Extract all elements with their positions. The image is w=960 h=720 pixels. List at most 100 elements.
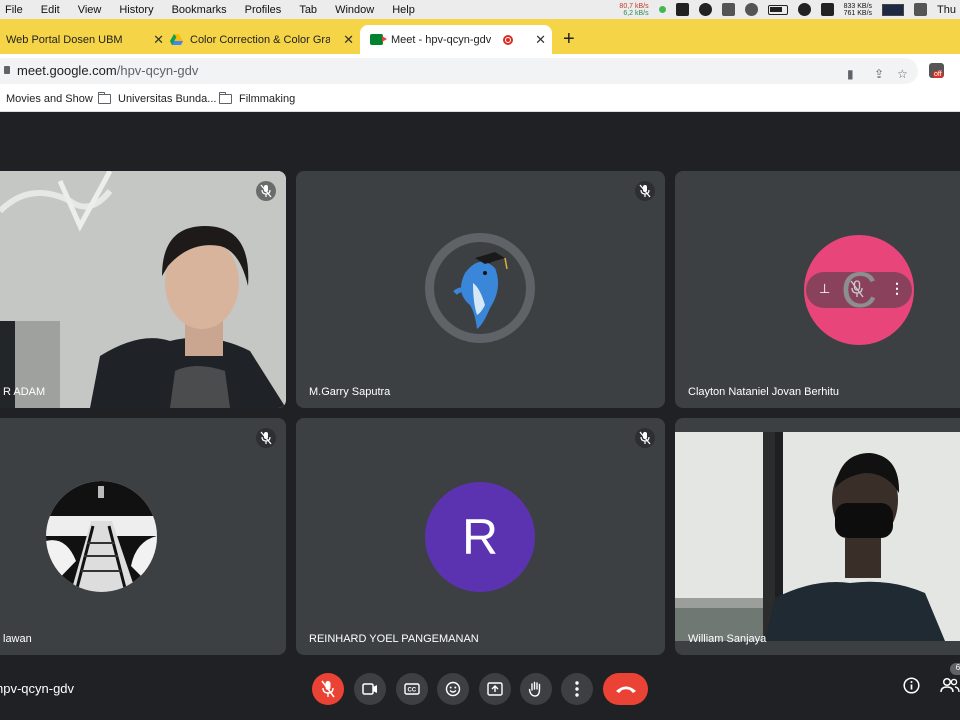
captions-button[interactable]: CC (396, 673, 428, 705)
tile-hover-controls: ⊥ ⋮ (806, 272, 912, 308)
extension-off-badge: off (933, 71, 943, 78)
menu-file[interactable]: File (0, 4, 32, 16)
bookmark-label: Movies and Show (6, 93, 93, 105)
google-drive-icon (170, 34, 183, 45)
network-speed-monitor[interactable]: 80,7 kB/s 6,2 kB/s (619, 3, 648, 17)
pin-icon[interactable]: ⊥ (819, 281, 830, 297)
participant-tile-william[interactable]: William Sanjaya (675, 418, 960, 655)
url-text: meet.google.com/hpv-qcyn-gdv (17, 63, 198, 78)
participant-tile-garry[interactable]: M.Garry Saputra (296, 171, 665, 408)
participant-count-badge: 6 (950, 663, 960, 675)
bookmarks-bar: Movies and Show Universitas Bunda... Fil… (0, 88, 960, 112)
download-speed: 6,2 kB/s (623, 9, 649, 17)
menu-help[interactable]: Help (383, 4, 424, 16)
url-domain: meet.google.com (17, 63, 117, 78)
participant-avatar (425, 233, 535, 343)
raise-hand-icon (528, 681, 541, 697)
tab-color-correction[interactable]: Color Correction & Color Grad ✕ (170, 25, 360, 54)
svg-text:CC: CC (408, 688, 417, 694)
upload-speed: 80,7 kB/s (619, 2, 649, 10)
folder-icon (98, 92, 111, 104)
bookmark-label: Universitas Bunda... (118, 93, 217, 105)
app-icon[interactable] (675, 3, 689, 16)
meet-stage: R ADAM M.Garry Saputra C ⊥ (0, 112, 960, 720)
emoji-reaction-button[interactable] (437, 673, 469, 705)
participant-tile-lawan[interactable]: lawan (0, 418, 286, 655)
camera-button[interactable] (354, 673, 386, 705)
tab-title: Meet - hpv-qcyn-gdv (391, 33, 492, 46)
net2-up: 833 KB/s (843, 2, 873, 10)
menu-history[interactable]: History (110, 4, 162, 16)
present-screen-button[interactable] (479, 673, 511, 705)
cpu-monitor-icon[interactable] (882, 3, 905, 16)
meeting-details-button[interactable] (903, 677, 920, 699)
grammarly-icon[interactable] (698, 3, 712, 16)
participant-name: lawan (3, 633, 32, 645)
clock[interactable]: Thu (937, 4, 956, 16)
participant-name: M.Garry Saputra (309, 386, 391, 398)
emoji-icon (445, 681, 461, 697)
mic-off-button[interactable] (312, 673, 344, 705)
participant-name: REINHARD YOEL PANGEMANAN (309, 633, 479, 645)
tab-web-portal[interactable]: Web Portal Dosen UBM ✕ (0, 25, 170, 54)
tab-meet[interactable]: Meet - hpv-qcyn-gdv ✕ (360, 25, 552, 54)
menubar-status-area: 80,7 kB/s 6,2 kB/s 833 KB/s 761 KB/s Thu (619, 0, 960, 19)
menu-bookmarks[interactable]: Bookmarks (163, 4, 236, 16)
menu-edit[interactable]: Edit (32, 4, 69, 16)
bookmark-filmmaking[interactable]: Filmmaking (219, 92, 296, 105)
participant-tile-reinhard[interactable]: R REINHARD YOEL PANGEMANAN (296, 418, 665, 655)
muted-mic-icon (635, 181, 655, 201)
extension-icon[interactable]: off (929, 63, 944, 78)
close-tab-icon[interactable]: ✕ (343, 32, 354, 48)
participant-video (0, 171, 286, 408)
network-speed-secondary[interactable]: 833 KB/s 761 KB/s (844, 3, 872, 17)
more-options-button[interactable] (561, 673, 593, 705)
bookmark-label: Filmmaking (239, 93, 296, 105)
url-path: /hpv-qcyn-gdv (116, 63, 199, 78)
bookmark-universitas[interactable]: Universitas Bunda... (98, 92, 217, 105)
muted-mic-icon (635, 428, 655, 448)
close-tab-icon[interactable]: ✕ (153, 32, 164, 48)
battery-icon[interactable] (767, 4, 788, 15)
close-tab-icon[interactable]: ✕ (535, 32, 546, 48)
mute-participant-icon[interactable] (850, 280, 864, 303)
participant-avatar: R (425, 482, 535, 592)
lock-icon[interactable] (4, 66, 10, 74)
end-call-button[interactable] (603, 673, 648, 705)
omnibox[interactable]: meet.google.com/hpv-qcyn-gdv ▮ ⇪ ☆ (0, 58, 918, 84)
meeting-code: hpv-qcyn-gdv (0, 681, 75, 696)
folder-icon (219, 92, 232, 104)
bookmark-movies[interactable]: Movies and Show (6, 93, 93, 105)
mic-off-icon (321, 680, 335, 698)
more-options-icon[interactable]: ⋮ (890, 280, 904, 297)
camera-in-use-icon[interactable]: ▮ (847, 67, 854, 81)
participant-video (675, 418, 960, 655)
menu-profiles[interactable]: Profiles (236, 4, 291, 16)
app-tray-icon[interactable] (721, 3, 735, 16)
menu-window[interactable]: Window (326, 4, 383, 16)
macos-menubar: File Edit View History Bookmarks Profile… (0, 0, 960, 19)
control-center-icon[interactable] (914, 3, 928, 16)
recording-indicator-icon (503, 34, 514, 45)
people-button[interactable] (940, 677, 960, 698)
menu-tab[interactable]: Tab (290, 4, 326, 16)
camera-icon (362, 683, 377, 695)
participant-tile-adam[interactable]: R ADAM (0, 171, 286, 408)
captions-icon: CC (404, 683, 420, 695)
participant-tile-clayton[interactable]: C ⊥ ⋮ Clayton Nataniel Jovan Berhitu (675, 171, 960, 408)
participant-avatar (46, 481, 157, 592)
menu-view[interactable]: View (69, 4, 111, 16)
present-screen-icon (487, 682, 503, 696)
bookmark-star-icon[interactable]: ☆ (897, 67, 908, 81)
tab-title: Color Correction & Color Grad (190, 33, 330, 46)
participant-name: R ADAM (3, 386, 46, 398)
screen-mirroring-icon[interactable] (820, 3, 834, 16)
settings-gear-icon[interactable] (797, 3, 811, 16)
bridge-artwork-icon (46, 481, 157, 592)
muted-mic-icon (256, 181, 276, 201)
share-icon[interactable]: ⇪ (874, 67, 884, 81)
more-vert-icon (575, 681, 579, 697)
wifi-icon[interactable] (744, 3, 758, 16)
raise-hand-button[interactable] (520, 673, 552, 705)
new-tab-plus-icon[interactable]: + (563, 28, 575, 51)
